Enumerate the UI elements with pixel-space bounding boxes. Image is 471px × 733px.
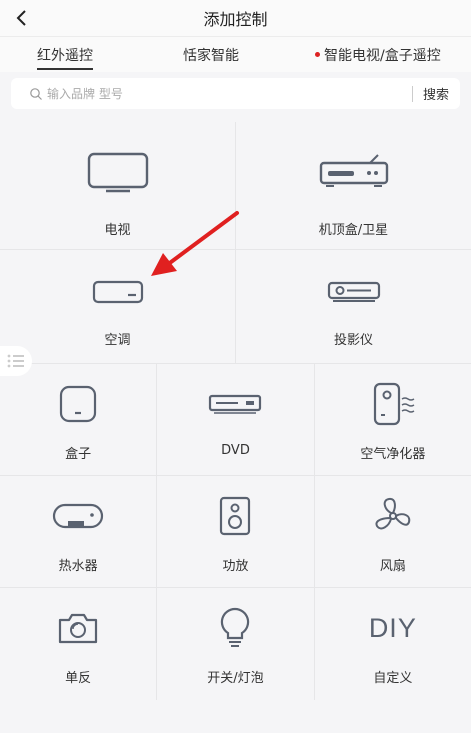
device-box[interactable]: 盒子 (0, 364, 158, 475)
fan-icon (372, 476, 414, 556)
device-label: 空调 (104, 333, 131, 348)
water-heater-icon (52, 476, 104, 556)
back-button[interactable] (8, 4, 36, 32)
tab-tiqia-smart[interactable]: 恬家智能 (183, 37, 239, 73)
device-label: 风扇 (379, 559, 406, 574)
device-dvd[interactable]: DVD (157, 364, 315, 475)
device-diy[interactable]: DIY 自定义 (315, 588, 471, 700)
list-icon (7, 354, 24, 368)
dvd-icon (208, 364, 262, 444)
device-row: 热水器 功放 风扇 (0, 476, 471, 588)
device-camera[interactable]: 单反 (0, 588, 158, 700)
device-label: DVD (221, 443, 250, 458)
amplifier-icon (218, 476, 252, 556)
device-row: 盒子 DVD 空气净化器 (0, 364, 471, 476)
tab-smart-tv[interactable]: 智能电视/盒子遥控 (315, 37, 441, 73)
air-conditioner-icon (92, 250, 144, 334)
device-label: 机顶盒/卫星 (318, 223, 389, 238)
diy-icon-text: DIY (368, 612, 417, 643)
device-row: 单反 开关/灯泡 DIY 自定义 (0, 588, 471, 700)
page-title: 添加控制 (203, 10, 268, 29)
header: 添加控制 (0, 0, 471, 36)
device-label: 空气净化器 (360, 447, 426, 462)
camera-icon (57, 588, 99, 668)
device-amplifier[interactable]: 功放 (157, 476, 315, 587)
box-icon (58, 364, 98, 444)
search-button[interactable]: 搜索 (423, 84, 449, 103)
tv-icon (86, 122, 150, 222)
projector-icon (327, 250, 381, 334)
device-label: 功放 (222, 559, 249, 574)
annotation-arrow-icon (151, 211, 239, 276)
search-input[interactable] (47, 86, 412, 101)
notification-dot (315, 52, 320, 57)
tab-bar: 红外遥控 恬家智能 智能电视/盒子遥控 (0, 36, 471, 72)
search-area: 搜索 (0, 72, 471, 122)
air-purifier-icon (371, 364, 415, 444)
device-label: 投影仪 (333, 333, 373, 348)
bulb-icon (218, 588, 252, 668)
device-projector[interactable]: 投影仪 (236, 250, 471, 363)
device-water-heater[interactable]: 热水器 (0, 476, 158, 587)
device-label: 单反 (65, 671, 92, 686)
search-bar: 搜索 (11, 78, 460, 109)
side-menu-handle[interactable] (0, 346, 32, 376)
search-icon (30, 87, 42, 100)
device-set-top-box[interactable]: 机顶盒/卫星 (236, 122, 471, 249)
tab-label: 恬家智能 (183, 47, 239, 64)
device-bulb[interactable]: 开关/灯泡 (157, 588, 315, 700)
tab-label: 红外遥控 (37, 47, 93, 64)
device-label: 开关/灯泡 (207, 671, 264, 686)
diy-icon: DIY (369, 588, 417, 668)
divider (411, 85, 413, 102)
device-fan[interactable]: 风扇 (315, 476, 471, 587)
chevron-left-icon (16, 10, 26, 26)
device-label: 自定义 (373, 671, 413, 686)
device-label: 盒子 (65, 447, 92, 462)
tab-label: 智能电视/盒子遥控 (324, 47, 441, 64)
app: 添加控制 红外遥控 恬家智能 智能电视/盒子遥控 搜索 电视 (0, 0, 471, 733)
device-label: 热水器 (58, 559, 98, 574)
device-air-purifier[interactable]: 空气净化器 (315, 364, 471, 475)
tab-infrared[interactable]: 红外遥控 (37, 37, 93, 73)
set-top-box-icon (318, 122, 390, 222)
